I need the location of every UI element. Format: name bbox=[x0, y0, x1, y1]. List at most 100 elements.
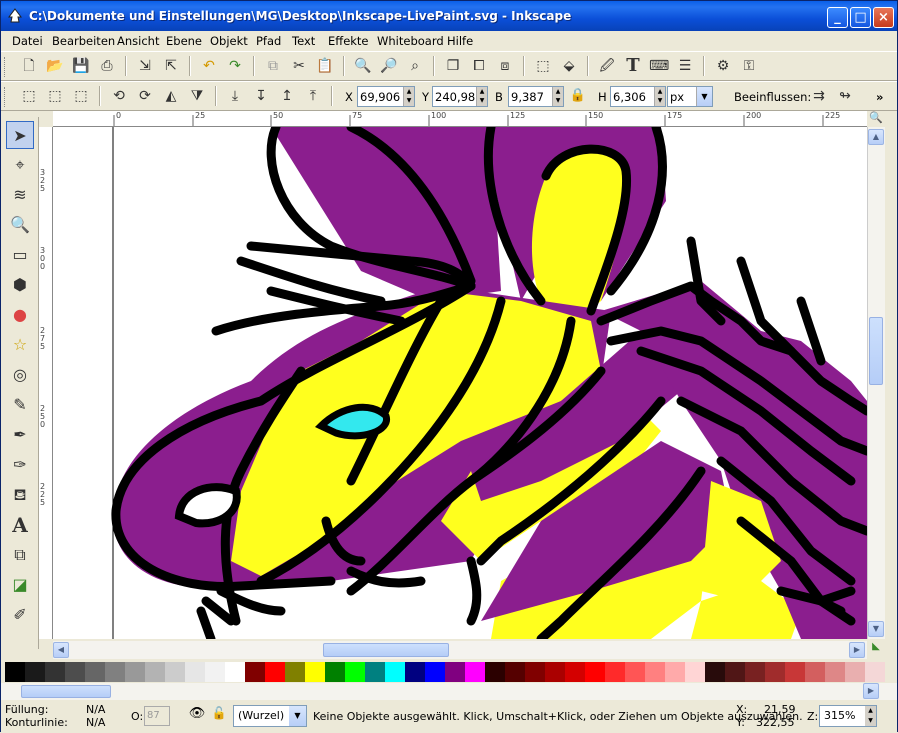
visibility-eye-icon[interactable]: 👁 bbox=[187, 706, 207, 726]
color-swatch[interactable] bbox=[505, 662, 525, 682]
horizontal-scrollbar[interactable]: ◀ ▶ bbox=[53, 641, 867, 659]
color-swatch[interactable] bbox=[325, 662, 345, 682]
menu-ebene[interactable]: Ebene bbox=[166, 34, 202, 48]
color-swatch[interactable] bbox=[745, 662, 765, 682]
paint-bucket-tool-icon[interactable]: ⛾ bbox=[6, 481, 34, 509]
color-swatch[interactable] bbox=[345, 662, 365, 682]
menu-bearbeiten[interactable]: Bearbeiten bbox=[52, 34, 115, 48]
menu-text[interactable]: Text bbox=[292, 34, 315, 48]
align-distribute-icon[interactable]: ☰ bbox=[675, 56, 695, 76]
zoom-drawing-icon[interactable]: 🔎 bbox=[379, 56, 399, 76]
cut-icon[interactable]: ✂ bbox=[289, 56, 309, 76]
close-button[interactable]: × bbox=[873, 7, 894, 28]
color-swatch[interactable] bbox=[205, 662, 225, 682]
flip-vertical-icon[interactable]: ⧩ bbox=[187, 86, 207, 106]
deselect-icon[interactable]: ⬚ bbox=[71, 86, 91, 106]
color-swatch[interactable] bbox=[65, 662, 85, 682]
gradient-tool-icon[interactable]: ◪ bbox=[6, 571, 34, 599]
color-manage-icon[interactable]: ◣ bbox=[867, 641, 885, 659]
menu-whiteboard[interactable]: Whiteboard bbox=[377, 34, 444, 48]
fill-stroke-icon[interactable]: 🖉 bbox=[597, 56, 617, 76]
zoom-tool-icon[interactable]: 🔍 bbox=[6, 211, 34, 239]
color-swatch[interactable] bbox=[785, 662, 805, 682]
color-swatch[interactable] bbox=[385, 662, 405, 682]
copy-icon[interactable]: ⧉ bbox=[263, 56, 283, 76]
duplicate-icon[interactable]: ❐ bbox=[443, 56, 463, 76]
toolbar-grip[interactable] bbox=[4, 87, 7, 107]
fill-value[interactable]: N/A bbox=[86, 703, 105, 716]
y-spin-arrows[interactable]: ▲ ▼ bbox=[476, 87, 487, 106]
3d-box-tool-icon[interactable]: ⬢ bbox=[6, 271, 34, 299]
unit-select[interactable]: px ▼ bbox=[667, 86, 713, 107]
scroll-right-button[interactable]: ▶ bbox=[849, 642, 865, 658]
drawing-canvas[interactable] bbox=[53, 127, 867, 639]
chevron-down-icon[interactable]: ▼ bbox=[696, 87, 712, 106]
scroll-up-button[interactable]: ▲ bbox=[868, 129, 884, 145]
width-spin-arrows[interactable]: ▲ ▼ bbox=[552, 87, 563, 106]
zoom-page-icon[interactable]: ⌕ bbox=[405, 56, 425, 76]
document-properties-icon[interactable]: ⚿ bbox=[739, 56, 759, 76]
color-swatch[interactable] bbox=[525, 662, 545, 682]
preferences-icon[interactable]: ⚙ bbox=[713, 56, 733, 76]
color-swatch[interactable] bbox=[165, 662, 185, 682]
scroll-down-button[interactable]: ▼ bbox=[868, 621, 884, 637]
color-swatch[interactable] bbox=[545, 662, 565, 682]
color-swatch[interactable] bbox=[265, 662, 285, 682]
color-swatch[interactable] bbox=[565, 662, 585, 682]
scale-stroke-icon[interactable]: ⇉ bbox=[809, 86, 829, 106]
text-tool-icon[interactable]: A bbox=[6, 511, 34, 539]
vertical-scrollbar[interactable]: ▲ ▼ bbox=[867, 127, 885, 639]
zebra-drawing[interactable] bbox=[53, 127, 867, 639]
color-swatch[interactable] bbox=[365, 662, 385, 682]
color-swatch[interactable] bbox=[225, 662, 245, 682]
color-swatch[interactable] bbox=[45, 662, 65, 682]
x-spin-arrows[interactable]: ▲ ▼ bbox=[403, 87, 414, 106]
rectangle-tool-icon[interactable]: ▭ bbox=[6, 241, 34, 269]
color-swatch[interactable] bbox=[185, 662, 205, 682]
redo-icon[interactable]: ↷ bbox=[225, 56, 245, 76]
color-swatch[interactable] bbox=[405, 662, 425, 682]
layer-select[interactable]: (Wurzel) ▼ bbox=[233, 705, 307, 727]
vertical-scroll-thumb[interactable] bbox=[869, 317, 883, 385]
tweak-tool-icon[interactable]: ≋ bbox=[6, 181, 34, 209]
zoom-selection-icon[interactable]: 🔍 bbox=[353, 56, 373, 76]
toolbar-grip[interactable] bbox=[4, 57, 7, 77]
y-input[interactable]: 240,986 ▲ ▼ bbox=[432, 86, 488, 107]
vertical-ruler[interactable]: 325 300 275 250 225 bbox=[39, 127, 53, 639]
color-swatch[interactable] bbox=[485, 662, 505, 682]
color-swatch[interactable] bbox=[125, 662, 145, 682]
color-swatch[interactable] bbox=[5, 662, 25, 682]
flip-horizontal-icon[interactable]: ◭ bbox=[161, 86, 181, 106]
export-icon[interactable]: ⇱ bbox=[161, 56, 181, 76]
layer-lock-icon[interactable]: 🔓 bbox=[209, 706, 229, 726]
ellipse-tool-icon[interactable]: ● bbox=[6, 301, 34, 329]
dropper-tool-icon[interactable]: ✐ bbox=[6, 601, 34, 629]
color-swatch[interactable] bbox=[465, 662, 485, 682]
print-icon[interactable]: ⎙ bbox=[97, 56, 117, 76]
zoom-input[interactable]: 315% ▲ ▼ bbox=[819, 705, 877, 727]
ungroup-icon[interactable]: ⬙ bbox=[559, 56, 579, 76]
color-swatch[interactable] bbox=[585, 662, 605, 682]
clone-icon[interactable]: ⧠ bbox=[469, 56, 489, 76]
color-swatch[interactable] bbox=[25, 662, 45, 682]
menu-objekt[interactable]: Objekt bbox=[210, 34, 248, 48]
height-input[interactable]: 6,306 ▲ ▼ bbox=[610, 86, 666, 107]
color-swatch[interactable] bbox=[625, 662, 645, 682]
pen-tool-icon[interactable]: ✒ bbox=[6, 421, 34, 449]
save-icon[interactable]: 💾 bbox=[71, 56, 91, 76]
star-tool-icon[interactable]: ☆ bbox=[6, 331, 34, 359]
color-swatch[interactable] bbox=[445, 662, 465, 682]
x-input[interactable]: 69,906 ▲ ▼ bbox=[357, 86, 415, 107]
color-swatch[interactable] bbox=[725, 662, 745, 682]
raise-icon[interactable]: ↥ bbox=[277, 86, 297, 106]
xml-editor-icon[interactable]: ⌨ bbox=[649, 56, 669, 76]
color-swatch[interactable] bbox=[845, 662, 865, 682]
group-icon[interactable]: ⬚ bbox=[533, 56, 553, 76]
color-swatch[interactable] bbox=[645, 662, 665, 682]
menu-effekte[interactable]: Effekte bbox=[328, 34, 369, 48]
lower-to-bottom-icon[interactable]: ⤓ bbox=[225, 86, 245, 106]
minimize-button[interactable]: _ bbox=[827, 7, 848, 28]
spiral-tool-icon[interactable]: ◎ bbox=[6, 361, 34, 389]
color-swatch[interactable] bbox=[245, 662, 265, 682]
menu-pfad[interactable]: Pfad bbox=[256, 34, 281, 48]
